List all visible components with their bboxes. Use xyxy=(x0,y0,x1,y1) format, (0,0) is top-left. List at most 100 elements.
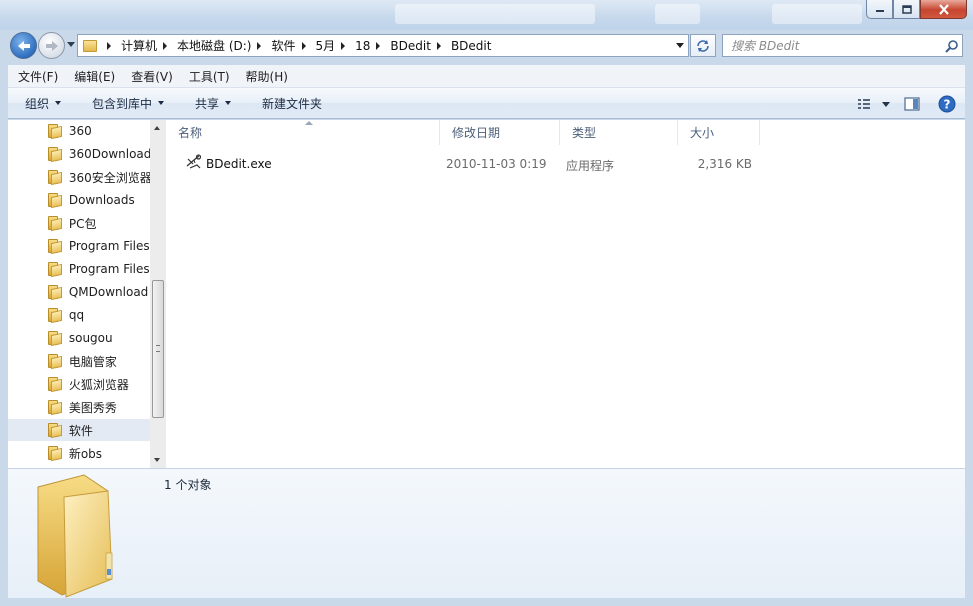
scroll-up-arrow[interactable] xyxy=(154,126,160,130)
close-button[interactable] xyxy=(920,0,967,19)
tree-item-folder-selected[interactable]: 软件 xyxy=(8,419,150,441)
tree-item-folder[interactable]: QMDownload xyxy=(8,281,150,303)
organize-label: 组织 xyxy=(25,96,50,111)
breadcrumb-separator[interactable] xyxy=(301,41,306,50)
tree-item-folder[interactable]: Program Files xyxy=(8,258,150,280)
breadcrumb-item[interactable]: BDedit xyxy=(390,39,431,53)
recent-pages-dropdown[interactable] xyxy=(67,42,75,47)
tree-item-folder[interactable]: 360Download xyxy=(8,143,150,165)
refresh-button[interactable] xyxy=(690,34,716,57)
tree-item-label: sougou xyxy=(68,331,113,345)
tree-item-label: Program Files xyxy=(68,262,150,276)
close-icon xyxy=(938,3,949,15)
share-button[interactable]: 共享 xyxy=(195,95,232,112)
tree-item-label: 360安全浏览器 xyxy=(68,170,150,185)
refresh-icon xyxy=(697,39,709,52)
tree-item-label: 电脑管家 xyxy=(68,354,117,369)
file-row[interactable]: BDedit.exe 2010-11-03 0:19 应用程序 2,316 KB xyxy=(178,153,768,175)
menu-tools[interactable]: 工具(T) xyxy=(179,68,236,85)
tree-item-folder[interactable]: 360 xyxy=(8,120,150,142)
tree-item-folder[interactable]: 360安全浏览器 xyxy=(8,166,150,188)
scrollbar-thumb[interactable] xyxy=(152,280,164,418)
scroll-down-arrow[interactable] xyxy=(154,458,160,462)
navigation-pane-scrollbar[interactable] xyxy=(150,120,166,468)
tree-item-label: 新obs xyxy=(68,446,103,461)
preview-pane-button[interactable] xyxy=(895,92,929,116)
maximize-button[interactable] xyxy=(893,0,920,19)
new-folder-label: 新建文件夹 xyxy=(262,96,323,111)
breadcrumb-separator[interactable] xyxy=(436,41,441,50)
navigation-bar: 计算机 本地磁盘 (D:) 软件 5月 18 BDedit BDedit xyxy=(0,30,973,62)
tree-item-folder[interactable]: Program Files xyxy=(8,235,150,257)
search-icon[interactable] xyxy=(942,36,962,56)
tree-item-folder[interactable]: Downloads xyxy=(8,189,150,211)
breadcrumb-separator[interactable] xyxy=(107,41,111,50)
title-bar-background-blur xyxy=(655,4,700,24)
folder-icon xyxy=(48,423,63,439)
menu-view[interactable]: 查看(V) xyxy=(121,68,179,85)
new-folder-button[interactable]: 新建文件夹 xyxy=(262,95,322,112)
tree-item-folder[interactable]: 火狐浏览器 xyxy=(8,373,150,395)
tree-item-label: 火狐浏览器 xyxy=(68,377,129,392)
folder-icon xyxy=(83,39,97,52)
address-history-dropdown[interactable] xyxy=(676,43,684,48)
breadcrumb-separator[interactable] xyxy=(341,41,346,50)
breadcrumb-separator[interactable] xyxy=(163,41,168,50)
folder-icon xyxy=(48,400,63,416)
column-header-date-modified[interactable]: 修改日期 xyxy=(440,120,560,145)
include-in-library-button[interactable]: 包含到库中 xyxy=(92,95,165,112)
tree-item-folder[interactable]: 新obs xyxy=(8,442,150,464)
folder-icon xyxy=(48,193,63,209)
preview-pane-icon xyxy=(904,96,920,111)
folder-icon xyxy=(48,216,63,232)
help-button[interactable]: ? xyxy=(929,92,965,116)
folder-icon xyxy=(48,446,63,462)
change-view-button[interactable] xyxy=(853,92,895,116)
command-bar: 组织 包含到库中 共享 新建文件夹 ? xyxy=(8,88,965,119)
chevron-down-icon xyxy=(158,101,165,105)
back-button[interactable] xyxy=(10,32,37,59)
column-header-size[interactable]: 大小 xyxy=(678,120,760,145)
breadcrumb-item[interactable]: 软件 xyxy=(271,37,295,54)
breadcrumb-item[interactable]: 计算机 xyxy=(121,37,157,54)
column-header-name[interactable]: 名称 xyxy=(166,120,440,145)
tree-item-folder[interactable]: 电脑管家 xyxy=(8,350,150,372)
breadcrumb-separator[interactable] xyxy=(376,41,381,50)
tree-item-folder[interactable]: qq xyxy=(8,304,150,326)
file-size: 2,316 KB xyxy=(697,157,752,171)
tree-item-folder[interactable]: sougou xyxy=(8,327,150,349)
column-header-label: 大小 xyxy=(690,126,715,140)
item-count-status: 1 个对象 xyxy=(164,478,212,492)
menu-help[interactable]: 帮助(H) xyxy=(236,68,294,85)
breadcrumb-item[interactable]: 本地磁盘 (D:) xyxy=(177,37,251,54)
breadcrumb-item[interactable]: BDedit xyxy=(451,39,492,53)
title-bar-background-blur xyxy=(772,4,862,24)
breadcrumb-item[interactable]: 5月 xyxy=(316,37,336,54)
organize-button[interactable]: 组织 xyxy=(25,95,62,112)
minimize-icon xyxy=(875,10,884,12)
menu-file[interactable]: 文件(F) xyxy=(8,68,64,85)
file-type: 应用程序 xyxy=(566,159,615,173)
details-pane: 1 个对象 xyxy=(8,468,965,598)
column-header-label: 名称 xyxy=(178,126,203,140)
navigation-pane: 360 360Download 360安全浏览器 Downloads PC包 P… xyxy=(8,120,166,468)
folder-icon xyxy=(48,124,63,140)
tree-item-label: 360 xyxy=(68,124,92,138)
arrow-left-icon xyxy=(17,40,30,51)
folder-icon xyxy=(48,377,63,393)
breadcrumb-item[interactable]: 18 xyxy=(355,39,370,53)
tree-item-folder[interactable]: PC包 xyxy=(8,212,150,234)
share-label: 共享 xyxy=(195,96,220,111)
column-header-type[interactable]: 类型 xyxy=(560,120,678,145)
folder-icon xyxy=(48,285,63,301)
minimize-button[interactable] xyxy=(866,0,893,19)
forward-button[interactable] xyxy=(38,32,65,59)
tree-item-folder[interactable]: 美图秀秀 xyxy=(8,396,150,418)
address-bar[interactable]: 计算机 本地磁盘 (D:) 软件 5月 18 BDedit BDedit xyxy=(77,34,689,57)
menu-edit[interactable]: 编辑(E) xyxy=(64,68,121,85)
tree-item-label: 360Download xyxy=(68,147,150,161)
folder-icon xyxy=(37,474,113,598)
search-input[interactable] xyxy=(723,35,942,56)
search-box xyxy=(722,34,963,57)
breadcrumb-separator[interactable] xyxy=(257,41,262,50)
